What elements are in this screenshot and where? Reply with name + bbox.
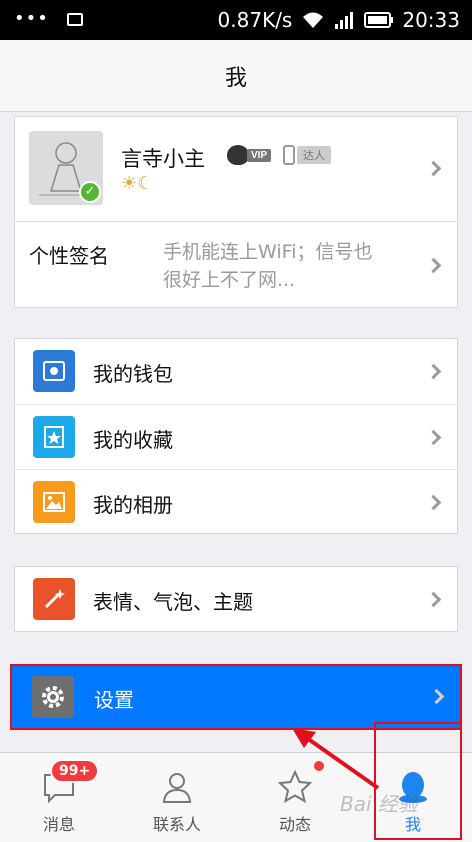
phone-badge[interactable]: 达人 — [283, 145, 331, 165]
chevron-right-icon — [425, 494, 442, 511]
menu-item-label: 我的相册 — [93, 493, 173, 517]
star-bookmark-icon — [33, 416, 75, 458]
battery-icon — [364, 12, 394, 28]
status-bar: ••• 0.87K/s 20:33 — [0, 0, 472, 40]
vip-label: VIP — [247, 148, 272, 162]
chevron-right-icon — [428, 688, 445, 705]
person-icon — [162, 773, 192, 803]
avatar[interactable]: ✓ — [29, 131, 103, 205]
signature-label: 个性签名 — [29, 244, 109, 268]
annotation-arrow — [292, 728, 380, 790]
watermark: Bai 经验 — [340, 788, 470, 838]
menu-card: 我的钱包 我的收藏 我的相册 — [14, 338, 458, 534]
vip-mascot-icon — [227, 145, 249, 165]
magic-wand-icon — [33, 578, 75, 620]
vip-badge[interactable]: VIP — [227, 145, 272, 165]
settings-item[interactable]: 设置 — [12, 666, 460, 728]
watermark-text: Bai 经验 — [340, 792, 418, 816]
page-title: 我 — [224, 66, 247, 91]
nickname: 言寺小主 — [121, 147, 205, 171]
settings-row[interactable]: 设置 — [10, 664, 462, 730]
tab-contacts[interactable]: 联系人 — [118, 753, 236, 842]
image-notification-icon — [66, 12, 83, 26]
signature-text: 手机能连上WiFi；信号也很好上不了网... — [163, 241, 373, 291]
menu-item-label: 表情、气泡、主题 — [93, 590, 253, 614]
network-speed: 0.87K/s — [217, 8, 293, 32]
chevron-right-icon — [425, 591, 442, 608]
tab-label: 消息 — [42, 815, 75, 834]
chevron-right-icon — [425, 363, 442, 380]
profile-chevron-icon — [425, 160, 442, 177]
phone-tag: 达人 — [297, 146, 331, 164]
phone-icon — [283, 145, 295, 165]
wifi-icon — [303, 12, 324, 28]
unread-badge: 99+ — [50, 759, 100, 783]
signature-row[interactable]: 个性签名 手机能连上WiFi；信号也很好上不了网... — [15, 222, 457, 308]
menu-item-label: 我的钱包 — [93, 362, 173, 386]
verified-check-icon: ✓ — [79, 181, 101, 203]
menu-item-album[interactable]: 我的相册 — [15, 469, 457, 534]
menu-item-wallet[interactable]: 我的钱包 — [15, 339, 457, 404]
themes-card: 表情、气泡、主题 — [14, 566, 458, 632]
menu-item-label: 我的收藏 — [93, 428, 173, 452]
gear-icon — [32, 676, 74, 718]
tab-label: 动态 — [278, 815, 311, 834]
tab-label: 联系人 — [152, 815, 201, 834]
level-icons: ☀☾ — [121, 173, 154, 194]
tab-messages[interactable]: 99+ 消息 — [0, 753, 118, 842]
menu-item-favorites[interactable]: 我的收藏 — [15, 404, 457, 469]
nav-bar: 我 — [0, 40, 472, 112]
chevron-right-icon — [425, 429, 442, 446]
settings-label: 设置 — [94, 688, 134, 712]
wallet-icon — [33, 350, 75, 392]
signal-icon — [335, 12, 354, 29]
menu-item-themes[interactable]: 表情、气泡、主题 — [15, 567, 457, 632]
notification-dots: ••• — [14, 8, 49, 29]
profile-row[interactable]: ✓ 言寺小主 VIP 达人 ☀☾ — [15, 117, 457, 221]
clock: 20:33 — [402, 8, 460, 32]
photo-album-icon — [33, 481, 75, 523]
profile-card: ✓ 言寺小主 VIP 达人 ☀☾ 个性签名 手机能连上WiFi；信号也很好上不了… — [14, 116, 458, 308]
signature-chevron-icon — [425, 257, 442, 274]
